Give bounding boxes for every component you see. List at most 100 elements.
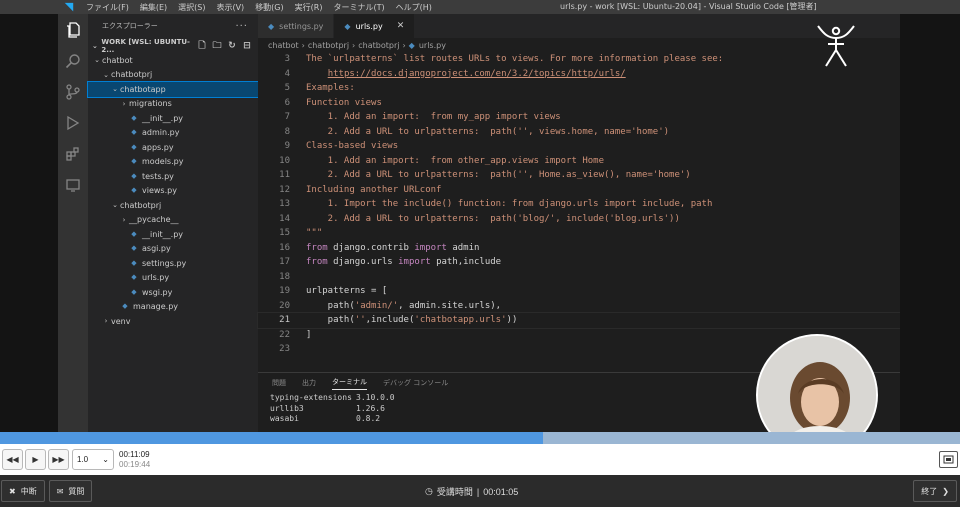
- file-item[interactable]: ◆ settings.py: [88, 256, 258, 271]
- collapse-all-icon[interactable]: ⊟: [242, 41, 252, 51]
- code-token: path(: [306, 315, 355, 325]
- file-item[interactable]: ◆ asgi.py: [88, 242, 258, 257]
- extensions-icon[interactable]: [58, 138, 88, 169]
- folder-item[interactable]: ⌄ chatbotprj: [88, 198, 258, 213]
- file-item[interactable]: ◆ admin.py: [88, 126, 258, 141]
- code-text: ]: [290, 328, 311, 343]
- time-display: 00:11:09 00:19:44: [119, 450, 150, 470]
- video-progress-bar[interactable]: [0, 432, 960, 444]
- menu-item[interactable]: 実行(R): [295, 2, 323, 13]
- code-token: from: [306, 257, 328, 267]
- python-file-icon: ◆: [131, 229, 137, 238]
- file-item[interactable]: ◆ manage.py: [88, 300, 258, 315]
- code-text: from django.urls import path,include: [290, 255, 501, 270]
- code-text: Function views: [290, 96, 382, 111]
- study-time-value: 00:01:05: [483, 486, 519, 497]
- package-name: wasabi: [270, 414, 299, 423]
- code-token: https://docs.djangoproject.com/en/3.2/to…: [327, 68, 626, 79]
- code-token: )): [506, 315, 518, 325]
- menu-item[interactable]: 表示(V): [216, 2, 244, 13]
- line-number: 23: [279, 344, 290, 354]
- breadcrumb-item[interactable]: urls.py: [419, 41, 446, 50]
- python-file-icon: ◆: [131, 128, 137, 137]
- left-margin: [0, 14, 58, 432]
- tree-item-label: chatbot: [102, 55, 133, 65]
- playback-speed-select[interactable]: 1.0 ⌄: [72, 449, 114, 470]
- file-item[interactable]: ◆ models.py: [88, 155, 258, 170]
- menu-item[interactable]: ヘルプ(H): [396, 2, 432, 13]
- play-icon: ▶: [32, 455, 39, 464]
- folder-item[interactable]: › __pycache__: [88, 213, 258, 228]
- tab-urls-py[interactable]: ◆ urls.py ✕: [334, 14, 415, 38]
- panel-tab[interactable]: デバッグ コンソール: [383, 378, 448, 388]
- code-token: 1. Add an import: from other_app.views i…: [306, 155, 605, 166]
- file-item[interactable]: ◆ __init__.py: [88, 111, 258, 126]
- panel-tab[interactable]: 出力: [302, 378, 316, 388]
- code-token: 1. Import the include() function: from d…: [306, 199, 713, 209]
- file-item[interactable]: ◆ views.py: [88, 184, 258, 199]
- more-actions-icon[interactable]: ···: [235, 21, 248, 32]
- chevron-down-icon: ⌄: [112, 201, 118, 210]
- refresh-icon[interactable]: ↻: [227, 41, 237, 51]
- code-area[interactable]: 3 The `urlpatterns` list routes URLs to v…: [257, 52, 901, 357]
- close-icon[interactable]: ✕: [397, 21, 405, 31]
- workspace-header[interactable]: ⌄ WORK [WSL: UBUNTU-2... 🗋 🗀 ↻ ⊟: [88, 37, 258, 54]
- new-folder-icon[interactable]: 🗀: [212, 41, 222, 51]
- tab-settings-py[interactable]: ◆ settings.py: [258, 14, 334, 38]
- menu-item[interactable]: 編集(E): [140, 2, 167, 13]
- file-item[interactable]: ◆ urls.py: [88, 271, 258, 286]
- question-button[interactable]: ✉ 質問: [48, 480, 93, 502]
- code-line: 8 2. Add a URL to urlpatterns: path('', …: [258, 125, 900, 140]
- code-line: 4 https://docs.djangoproject.com/en/3.2/…: [258, 67, 900, 82]
- line-number: 6: [284, 97, 290, 108]
- code-text: 1. Add an import: from my_app import vie…: [290, 110, 561, 125]
- workspace-name: WORK [WSL: UBUNTU-2...: [101, 37, 190, 54]
- play-button[interactable]: ▶: [25, 449, 46, 470]
- folder-item[interactable]: › venv: [88, 314, 258, 329]
- interrupt-button[interactable]: ✖ 中断: [1, 480, 45, 502]
- new-file-icon[interactable]: 🗋: [197, 41, 207, 51]
- menu-item[interactable]: 移動(G): [255, 2, 283, 13]
- finish-button[interactable]: 終了 ❯: [913, 480, 957, 502]
- search-icon[interactable]: [58, 45, 88, 76]
- code-text: from django.contrib import admin: [290, 241, 479, 256]
- code-line: 17 from django.urls import path,include: [258, 255, 900, 270]
- remote-explorer-icon[interactable]: [58, 169, 88, 200]
- breadcrumb-item[interactable]: chatbot: [268, 41, 299, 50]
- menu-item[interactable]: ターミナル(T): [333, 2, 384, 13]
- total-time: 00:19:44: [119, 459, 151, 469]
- tree-item-label: settings.py: [142, 258, 187, 268]
- breadcrumb-item[interactable]: chatbotprj: [308, 41, 349, 50]
- breadcrumb-item[interactable]: chatbotprj: [358, 41, 399, 50]
- line-number: 11: [279, 170, 290, 180]
- folder-item[interactable]: › migrations: [88, 97, 258, 112]
- source-control-icon[interactable]: [58, 76, 88, 107]
- code-token: Class-based views: [306, 141, 399, 151]
- chevron-right-icon: ›: [104, 317, 108, 326]
- file-item[interactable]: ◆ tests.py: [88, 169, 258, 184]
- panel-tab[interactable]: ターミナル: [332, 377, 367, 390]
- file-item[interactable]: ◆ wsgi.py: [88, 285, 258, 300]
- menu-item[interactable]: 選択(S): [178, 2, 205, 13]
- fast-forward-button[interactable]: ▶▶: [48, 449, 69, 470]
- folder-item[interactable]: ⌄ chatbotapp: [87, 81, 259, 98]
- fullscreen-button[interactable]: [939, 451, 958, 468]
- menu-item[interactable]: ファイル(F): [86, 2, 129, 13]
- sidebar-title: エクスプローラー: [102, 22, 158, 30]
- code-text: path('',include('chatbotapp.urls')): [290, 313, 518, 328]
- python-file-icon: ◆: [131, 142, 137, 151]
- line-number: 20: [279, 300, 290, 311]
- code-token: ]: [306, 329, 312, 340]
- run-debug-icon[interactable]: [58, 107, 88, 138]
- close-icon: ✖: [9, 486, 16, 496]
- panel-tab[interactable]: 問題: [272, 378, 286, 388]
- folder-item[interactable]: ⌄ chatbotprj: [88, 68, 258, 83]
- file-item[interactable]: ◆ __init__.py: [88, 227, 258, 242]
- line-number: 4: [284, 68, 290, 79]
- rewind-button[interactable]: ◀◀: [2, 449, 23, 470]
- study-time: ◷ 受講時間 | 00:01:05: [425, 485, 518, 498]
- explorer-icon[interactable]: [58, 14, 88, 45]
- folder-item[interactable]: ⌄ chatbot: [88, 53, 258, 68]
- file-item[interactable]: ◆ apps.py: [88, 140, 258, 155]
